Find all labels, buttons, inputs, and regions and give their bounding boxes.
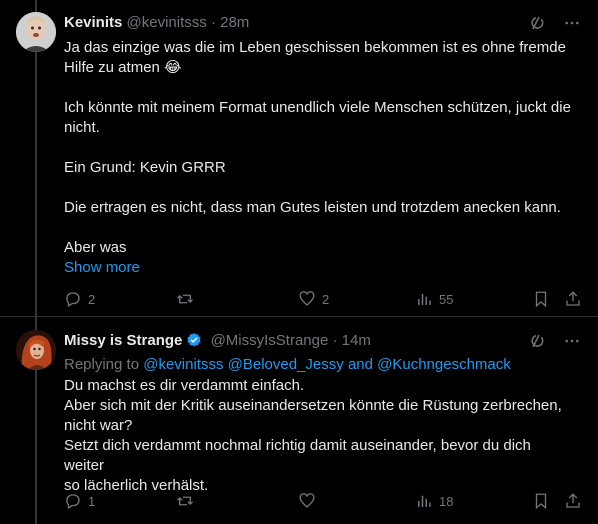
reply-icon (66, 292, 80, 307)
more-options-icon[interactable] (562, 13, 582, 33)
share-button[interactable] (564, 491, 582, 511)
show-more-link[interactable]: Show more (64, 258, 140, 278)
views-icon (418, 495, 431, 507)
share-button[interactable] (564, 289, 582, 309)
tweet-text-line: Aber was (64, 239, 127, 256)
bookmark-button[interactable] (532, 491, 550, 511)
avatar[interactable] (16, 330, 56, 370)
like-button[interactable] (298, 491, 322, 511)
reply-count: 1 (88, 493, 96, 509)
share-icon (566, 493, 580, 508)
tweet-text-line: Ja das einzige was die im Leben geschiss… (64, 39, 566, 56)
action-bar: 1 18 (64, 491, 584, 511)
heart-icon (299, 291, 315, 306)
mention-link[interactable]: @Beloved_Jessy (228, 356, 344, 373)
tweet-text-line: Ein Grund: Kevin GRRR (64, 159, 226, 176)
tweet-header: Kevinits @kevinitsss · 28m (64, 13, 582, 33)
tweet-text-line: Die ertragen es nicht, dass man Gutes le… (64, 199, 561, 216)
tweet-text-line: nicht. (64, 119, 100, 136)
retweet-button[interactable] (176, 289, 200, 309)
tweet-text-line: Ich könnte mit meinem Format unendlich v… (64, 99, 571, 116)
author-name[interactable]: Missy is Strange (64, 332, 182, 349)
reply-icon (66, 494, 80, 509)
views-button[interactable]: 55 (415, 289, 453, 309)
tweet-text-line: Aber sich mit der Kritik auseinandersetz… (64, 397, 562, 414)
retweet-icon (177, 496, 193, 506)
views-count: 55 (439, 291, 454, 307)
reply-button[interactable]: 1 (64, 491, 95, 511)
avatar[interactable] (16, 12, 56, 52)
replying-to: Replying to @kevinitsss @Beloved_Jessy a… (64, 355, 511, 375)
heart-icon (299, 493, 315, 508)
tweet-text-line: Hilfe zu atmen 😂 (64, 59, 182, 76)
like-button[interactable]: 2 (298, 289, 329, 309)
timestamp[interactable]: 14m (342, 332, 371, 349)
reply-count: 2 (88, 291, 96, 307)
separator-dot: · (210, 14, 216, 31)
like-count: 2 (322, 291, 330, 307)
action-bar: 2 2 55 (64, 289, 584, 309)
tweet-text-line: Du machst es dir verdammt einfach. (64, 377, 305, 394)
reply-button[interactable]: 2 (64, 289, 95, 309)
bookmark-button[interactable] (532, 289, 550, 309)
mention-link[interactable]: @Kuchngeschmack (377, 356, 511, 373)
views-count: 18 (439, 493, 454, 509)
grok-icon[interactable] (526, 331, 546, 351)
timestamp[interactable]: 28m (220, 14, 249, 31)
tweet-text-line: nicht war? (64, 417, 133, 434)
share-icon (566, 291, 580, 306)
bookmark-icon (535, 291, 547, 308)
tweet-text: Ja das einzige was die im Leben geschiss… (64, 38, 574, 258)
bookmark-icon (535, 493, 547, 510)
mention-link[interactable]: @kevinitsss (143, 356, 223, 373)
mention-link[interactable]: and (348, 356, 373, 373)
tweet-missy[interactable]: Missy is Strange @MissyIsStrange · 14m R… (0, 317, 598, 524)
tweet-text-line: Setzt dich verdammt nochmal richtig dami… (64, 437, 531, 474)
author-handle[interactable]: @kevinitsss (127, 14, 207, 31)
views-button[interactable]: 18 (415, 491, 453, 511)
author-name[interactable]: Kevinits (64, 14, 122, 31)
more-options-icon[interactable] (562, 331, 582, 351)
views-icon (418, 293, 431, 305)
verified-badge-icon (186, 332, 202, 348)
grok-icon[interactable] (526, 13, 546, 33)
tweet-text: Du machst es dir verdammt einfach. Aber … (64, 376, 574, 496)
tweet-kevinits[interactable]: Kevinits @kevinitsss · 28m Ja das einzig… (0, 0, 598, 317)
retweet-icon (177, 294, 193, 304)
retweet-button[interactable] (176, 491, 200, 511)
author-handle[interactable]: @MissyIsStrange (211, 332, 329, 349)
replying-label: Replying to (64, 356, 140, 373)
tweet-header: Missy is Strange @MissyIsStrange · 14m (64, 331, 582, 351)
separator-dot: · (332, 332, 338, 349)
